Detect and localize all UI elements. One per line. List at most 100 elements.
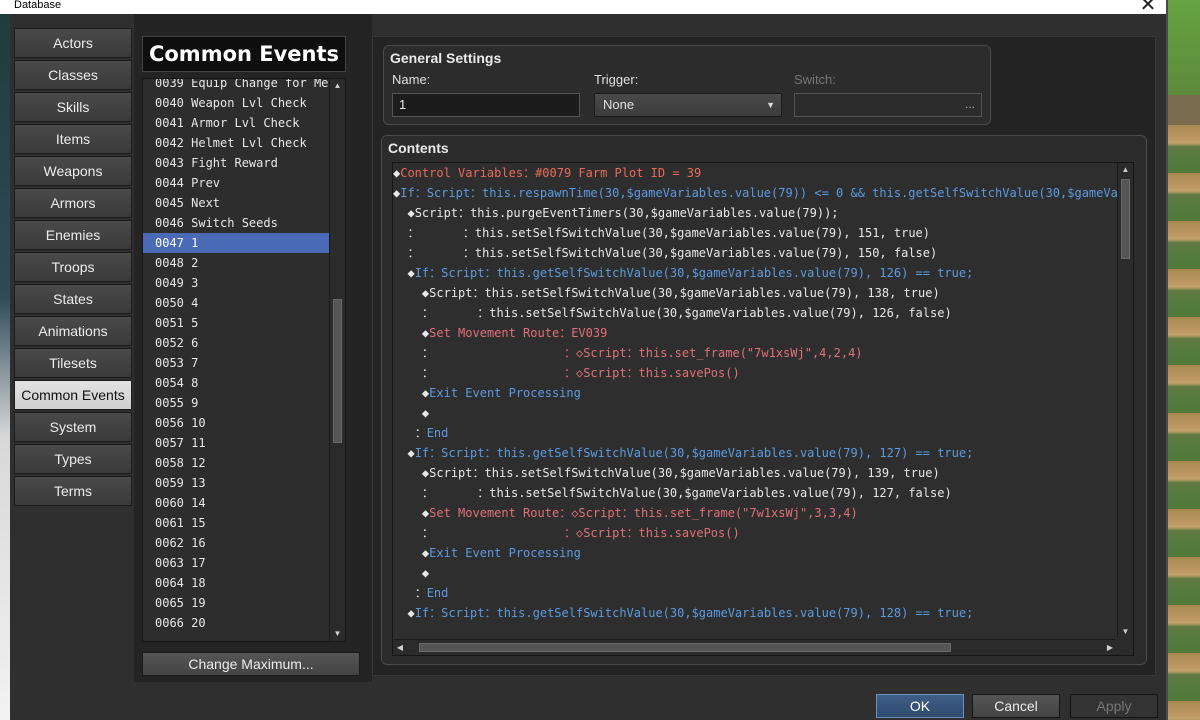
sidebar-item-terms[interactable]: Terms (14, 476, 132, 506)
command-line[interactable]: ：End (393, 583, 1117, 603)
command-line[interactable]: ◆Exit Event Processing (393, 543, 1117, 563)
command-marker: ： (421, 306, 434, 320)
name-label: Name: (392, 72, 431, 87)
sidebar-item-troops[interactable]: Troops (14, 252, 132, 282)
command-text: Script：this.getSelfSwitchValue(30,$gameV… (441, 606, 974, 620)
scroll-up-icon[interactable]: ▲ (1118, 163, 1133, 177)
command-line[interactable]: ◆If：Script：this.respawnTime(30,$gameVari… (393, 183, 1117, 203)
list-item[interactable]: 0058 12 (143, 453, 345, 473)
sidebar-item-common-events[interactable]: Common Events (14, 380, 132, 410)
event-command-list[interactable]: ◆Control Variables：#0079 Farm Plot ID = … (392, 162, 1134, 656)
list-item[interactable]: 0041 Armor Lvl Check (143, 113, 345, 133)
scroll-left-icon[interactable]: ◀ (393, 640, 407, 655)
command-name: Exit Event Processing (429, 386, 581, 400)
list-item[interactable]: 0061 15 (143, 513, 345, 533)
sidebar-item-weapons[interactable]: Weapons (14, 156, 132, 186)
command-line[interactable]: ◆If：Script：this.getSelfSwitchValue(30,$g… (393, 263, 1117, 283)
name-field[interactable]: 1 (392, 93, 580, 117)
list-item[interactable]: 0044 Prev (143, 173, 345, 193)
list-item[interactable]: 0066 20 (143, 613, 345, 633)
list-item[interactable]: 0042 Helmet Lvl Check (143, 133, 345, 153)
common-events-list[interactable]: 0039 Equip Change for Mercs 0040 Weapon L… (142, 78, 346, 642)
command-line[interactable]: ◆If：Script：this.getSelfSwitchValue(30,$g… (393, 603, 1117, 623)
command-line[interactable]: ： ：◇Script：this.savePos() (393, 523, 1117, 543)
command-indent (393, 526, 422, 540)
command-line[interactable]: ： ：◇Script：this.savePos() (393, 363, 1117, 383)
sidebar-item-armors[interactable]: Armors (14, 188, 132, 218)
command-marker: ◆ (407, 266, 415, 280)
list-scrollbar[interactable]: ▲ ▼ (329, 79, 345, 641)
sidebar-item-animations[interactable]: Animations (14, 316, 132, 346)
command-line[interactable]: ： ：◇Script：this.set_frame("7w1xsWj",4,2,… (393, 343, 1117, 363)
list-item[interactable]: 0050 4 (143, 293, 345, 313)
list-item[interactable]: 0051 5 (143, 313, 345, 333)
command-text: #0079 Farm Plot ID = 39 (535, 166, 702, 180)
list-item[interactable]: 0047 1 (143, 233, 345, 253)
sidebar-item-actors[interactable]: Actors (14, 28, 132, 58)
command-line[interactable]: ： ：this.setSelfSwitchValue(30,$gameVaria… (393, 223, 1117, 243)
list-item[interactable]: 0052 6 (143, 333, 345, 353)
list-item[interactable]: 0064 18 (143, 573, 345, 593)
cancel-button[interactable]: Cancel (972, 694, 1060, 718)
desktop-background-right (1168, 0, 1200, 720)
list-item[interactable]: 0045 Next (143, 193, 345, 213)
command-name: If (414, 266, 430, 280)
list-item[interactable]: 0040 Weapon Lvl Check (143, 93, 345, 113)
command-line[interactable]: ◆ (393, 563, 1117, 583)
command-line[interactable]: ◆Exit Event Processing (393, 383, 1117, 403)
sidebar-item-skills[interactable]: Skills (14, 92, 132, 122)
scroll-thumb[interactable] (1121, 179, 1130, 259)
list-item[interactable]: 0039 Equip Change for Mercs (143, 79, 345, 93)
command-indent (393, 206, 407, 220)
list-item[interactable]: 0060 14 (143, 493, 345, 513)
trigger-select[interactable]: None ▼ (594, 93, 782, 117)
command-text: this.purgeEventTimers(30,$gameVariables.… (470, 206, 839, 220)
sidebar-item-classes[interactable]: Classes (14, 60, 132, 90)
command-line[interactable]: ： ：this.setSelfSwitchValue(30,$gameVaria… (393, 483, 1117, 503)
list-item[interactable]: 0056 10 (143, 413, 345, 433)
list-item[interactable]: 0063 17 (143, 553, 345, 573)
scroll-thumb[interactable] (419, 643, 951, 652)
scroll-up-icon[interactable]: ▲ (330, 79, 345, 93)
sidebar-item-items[interactable]: Items (14, 124, 132, 154)
ok-button[interactable]: OK (876, 694, 964, 718)
command-line[interactable]: ◆Control Variables：#0079 Farm Plot ID = … (393, 163, 1117, 183)
command-line[interactable]: ◆Script：this.purgeEventTimers(30,$gameVa… (393, 203, 1117, 223)
change-maximum-button[interactable]: Change Maximum... (142, 652, 360, 676)
list-item[interactable]: 0057 11 (143, 433, 345, 453)
list-item[interactable]: 0048 2 (143, 253, 345, 273)
command-indent (393, 506, 422, 520)
sidebar-item-enemies[interactable]: Enemies (14, 220, 132, 250)
command-line[interactable]: ： ：this.setSelfSwitchValue(30,$gameVaria… (393, 243, 1117, 263)
sidebar-item-system[interactable]: System (14, 412, 132, 442)
list-item[interactable]: 0055 9 (143, 393, 345, 413)
command-line[interactable]: ◆ (393, 403, 1117, 423)
command-indent (393, 586, 415, 600)
list-item[interactable]: 0059 13 (143, 473, 345, 493)
sidebar-item-types[interactable]: Types (14, 444, 132, 474)
command-line[interactable]: ◆Script：this.setSelfSwitchValue(30,$game… (393, 283, 1117, 303)
command-text: this.setSelfSwitchValue(30,$gameVariable… (484, 286, 940, 300)
command-line[interactable]: ◆If：Script：this.getSelfSwitchValue(30,$g… (393, 443, 1117, 463)
command-separator: ： (472, 466, 485, 480)
list-item[interactable]: 0043 Fight Reward (143, 153, 345, 173)
command-line[interactable]: ◆Set Movement Route：EV039 (393, 323, 1117, 343)
commands-horizontal-scrollbar[interactable]: ◀ ▶ (393, 639, 1117, 655)
commands-vertical-scrollbar[interactable]: ▲ ▼ (1117, 163, 1133, 639)
list-item[interactable]: 0046 Switch Seeds (143, 213, 345, 233)
command-line[interactable]: ◆Script：this.setSelfSwitchValue(30,$game… (393, 463, 1117, 483)
list-item[interactable]: 0062 16 (143, 533, 345, 553)
command-line[interactable]: ：End (393, 423, 1117, 443)
list-item[interactable]: 0049 3 (143, 273, 345, 293)
scroll-thumb[interactable] (333, 299, 342, 443)
list-item[interactable]: 0054 8 (143, 373, 345, 393)
list-item[interactable]: 0053 7 (143, 353, 345, 373)
list-item[interactable]: 0065 19 (143, 593, 345, 613)
command-line[interactable]: ： ：this.setSelfSwitchValue(30,$gameVaria… (393, 303, 1117, 323)
sidebar-item-states[interactable]: States (14, 284, 132, 314)
command-indent (393, 446, 407, 460)
command-text: ◇Script：this.set_frame("7w1xsWj",4,2,4) (575, 346, 863, 360)
scroll-down-icon[interactable]: ▼ (330, 627, 345, 641)
sidebar-item-tilesets[interactable]: Tilesets (14, 348, 132, 378)
command-line[interactable]: ◆Set Movement Route：◇Script：this.set_fra… (393, 503, 1117, 523)
